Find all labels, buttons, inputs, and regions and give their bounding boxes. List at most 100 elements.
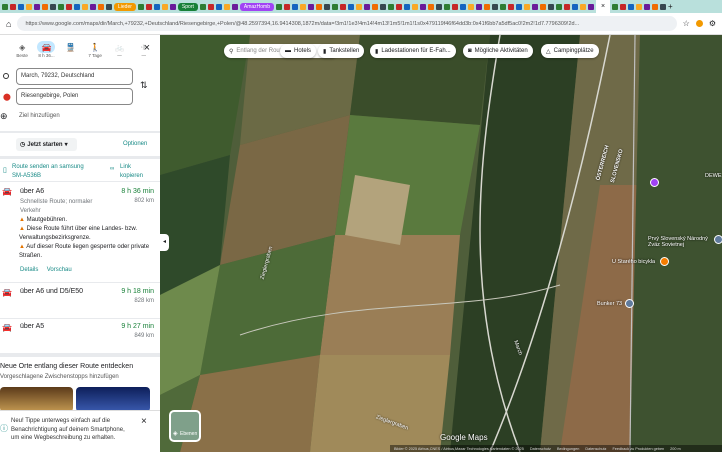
bookmark-favicon[interactable] [283, 3, 290, 10]
bookmark-favicon[interactable] [215, 3, 222, 10]
bookmark-favicon[interactable] [90, 3, 96, 10]
bookmark-favicon[interactable] [307, 3, 314, 10]
poi-marker[interactable] [714, 235, 722, 244]
bookmark-folder[interactable]: Sport [177, 2, 198, 11]
bookmark-favicon[interactable] [443, 3, 450, 10]
preview-link[interactable]: Vorschau [47, 267, 72, 273]
copy-link-button[interactable]: Link kopieren [120, 163, 150, 181]
bookmark-favicon[interactable] [339, 3, 346, 10]
bookmark-favicon[interactable] [169, 3, 176, 10]
bookmark-favicon[interactable] [419, 3, 426, 10]
bookmark-favicon[interactable] [411, 3, 418, 10]
bookmark-favicon[interactable] [106, 3, 112, 10]
bookmark-favicon[interactable] [499, 3, 506, 10]
bookmark-favicon[interactable] [379, 3, 386, 10]
bookmark-favicon[interactable] [82, 3, 88, 10]
bookmark-favicon[interactable] [50, 3, 56, 10]
bookmark-favicon[interactable] [18, 3, 24, 10]
bookmark-favicon[interactable] [563, 3, 570, 10]
bookmark-favicon[interactable] [651, 3, 658, 10]
bookmark-favicon[interactable] [299, 3, 306, 10]
bookmark-folder[interactable]: Lieder [114, 2, 136, 11]
new-tab-button[interactable]: + [668, 2, 673, 11]
bookmark-favicon[interactable] [331, 3, 338, 10]
feedback-link[interactable]: Feedback zu Produkten geben [612, 447, 664, 451]
active-tab-close[interactable]: × [595, 0, 610, 13]
send-to-phone-link[interactable]: Route senden an samsung SM-A536B [12, 163, 92, 181]
bookmark-favicon[interactable] [459, 3, 466, 10]
route-option[interactable]: 🚘 über A6 8 h 36 min Schnellste Route; no… [0, 185, 160, 283]
museum-icon[interactable] [625, 299, 634, 308]
restaurant-icon[interactable] [660, 257, 669, 266]
depart-time-button[interactable]: ◷ Jetzt starten ▾ [16, 138, 77, 151]
bookmark-favicon[interactable] [291, 3, 298, 10]
privacy-link[interactable]: Datenschutz [585, 447, 606, 451]
bookmark-favicon[interactable] [483, 3, 490, 10]
bookmark-favicon[interactable] [10, 3, 16, 10]
place-card-image[interactable] [0, 387, 73, 412]
travel-mode-3[interactable]: 🚶 7 Tage [85, 41, 105, 59]
bookmark-favicon[interactable] [231, 3, 238, 10]
bookmark-favicon[interactable] [315, 3, 322, 10]
bookmark-favicon[interactable] [587, 3, 594, 10]
bookmark-favicon[interactable] [555, 3, 562, 10]
travel-mode-1[interactable]: 🚘 8 h 36... [36, 41, 56, 58]
bookmark-favicon[interactable] [571, 3, 578, 10]
bookmark-folder[interactable]: AmazHomb [239, 2, 274, 11]
bookmark-favicon[interactable] [275, 3, 282, 10]
bookmark-favicon[interactable] [523, 3, 530, 10]
bookmark-favicon[interactable] [451, 3, 458, 10]
bookmark-favicon[interactable] [137, 3, 144, 10]
add-stop-icon[interactable]: ⊕ [0, 111, 8, 122]
bookmark-favicon[interactable] [515, 3, 522, 10]
bookmark-favicon[interactable] [643, 3, 650, 10]
bookmark-favicon[interactable] [435, 3, 442, 10]
bookmark-favicon[interactable] [323, 3, 330, 10]
place-label[interactable]: Bunker 73 [597, 301, 622, 307]
place-card-image[interactable] [76, 387, 150, 412]
bookmark-favicon[interactable] [507, 3, 514, 10]
options-link[interactable]: Optionen [123, 141, 147, 147]
bookmark-favicon[interactable] [491, 3, 498, 10]
bookmark-favicon[interactable] [42, 3, 48, 10]
bookmark-favicon[interactable] [467, 3, 474, 10]
route-option[interactable]: 🚘 über A5 9 h 27 min 849 km [0, 320, 160, 354]
travel-mode-4[interactable]: 🚲 — [109, 41, 129, 59]
bookmark-favicon[interactable] [547, 3, 554, 10]
bookmark-favicon[interactable] [34, 3, 40, 10]
bookmark-favicon[interactable] [199, 3, 206, 10]
bookmark-favicon[interactable] [539, 3, 546, 10]
url-field[interactable]: https://www.google.com/maps/dir/March,+7… [17, 16, 677, 31]
bookmark-favicon[interactable] [611, 3, 618, 10]
bookmark-favicon[interactable] [427, 3, 434, 10]
details-link[interactable]: Details [20, 267, 38, 273]
bookmark-favicon[interactable] [58, 3, 64, 10]
bookmark-favicon[interactable] [207, 3, 214, 10]
bookmark-favicon[interactable] [98, 3, 104, 10]
bookmark-favicon[interactable] [627, 3, 634, 10]
bookmark-favicon[interactable] [475, 3, 482, 10]
bookmark-favicon[interactable] [363, 3, 370, 10]
filter-activities[interactable]: ◙ Mögliche Aktivitäten [463, 44, 533, 58]
collapse-panel-button[interactable]: ◂ [160, 234, 169, 251]
bookmark-favicon[interactable] [355, 3, 362, 10]
travel-mode-0[interactable]: ◈ Beste [12, 41, 32, 59]
bookmark-favicon[interactable] [223, 3, 230, 10]
filter-gas-stations[interactable]: ▮ Tankstellen [318, 44, 365, 58]
bookmark-favicon[interactable] [403, 3, 410, 10]
travel-mode-2[interactable]: 🚆 [61, 41, 81, 58]
extension-icon[interactable] [695, 20, 703, 27]
place-label[interactable]: U Starého bicykla [612, 259, 655, 265]
home-icon[interactable]: ⌂ [6, 19, 11, 29]
bookmark-favicon[interactable] [619, 3, 626, 10]
bookmark-favicon[interactable] [635, 3, 642, 10]
bookmark-favicon[interactable] [153, 3, 160, 10]
close-notice-button[interactable]: × [141, 416, 147, 427]
bookmark-favicon[interactable] [26, 3, 32, 10]
bookmark-favicon[interactable] [395, 3, 402, 10]
poi-marker[interactable] [650, 178, 659, 187]
destination-input[interactable]: Riesengebirge, Polen [16, 88, 133, 105]
bookmark-favicon[interactable] [2, 3, 8, 10]
origin-input[interactable]: March, 79232, Deutschland [16, 68, 133, 85]
bookmark-favicon[interactable] [66, 3, 72, 10]
